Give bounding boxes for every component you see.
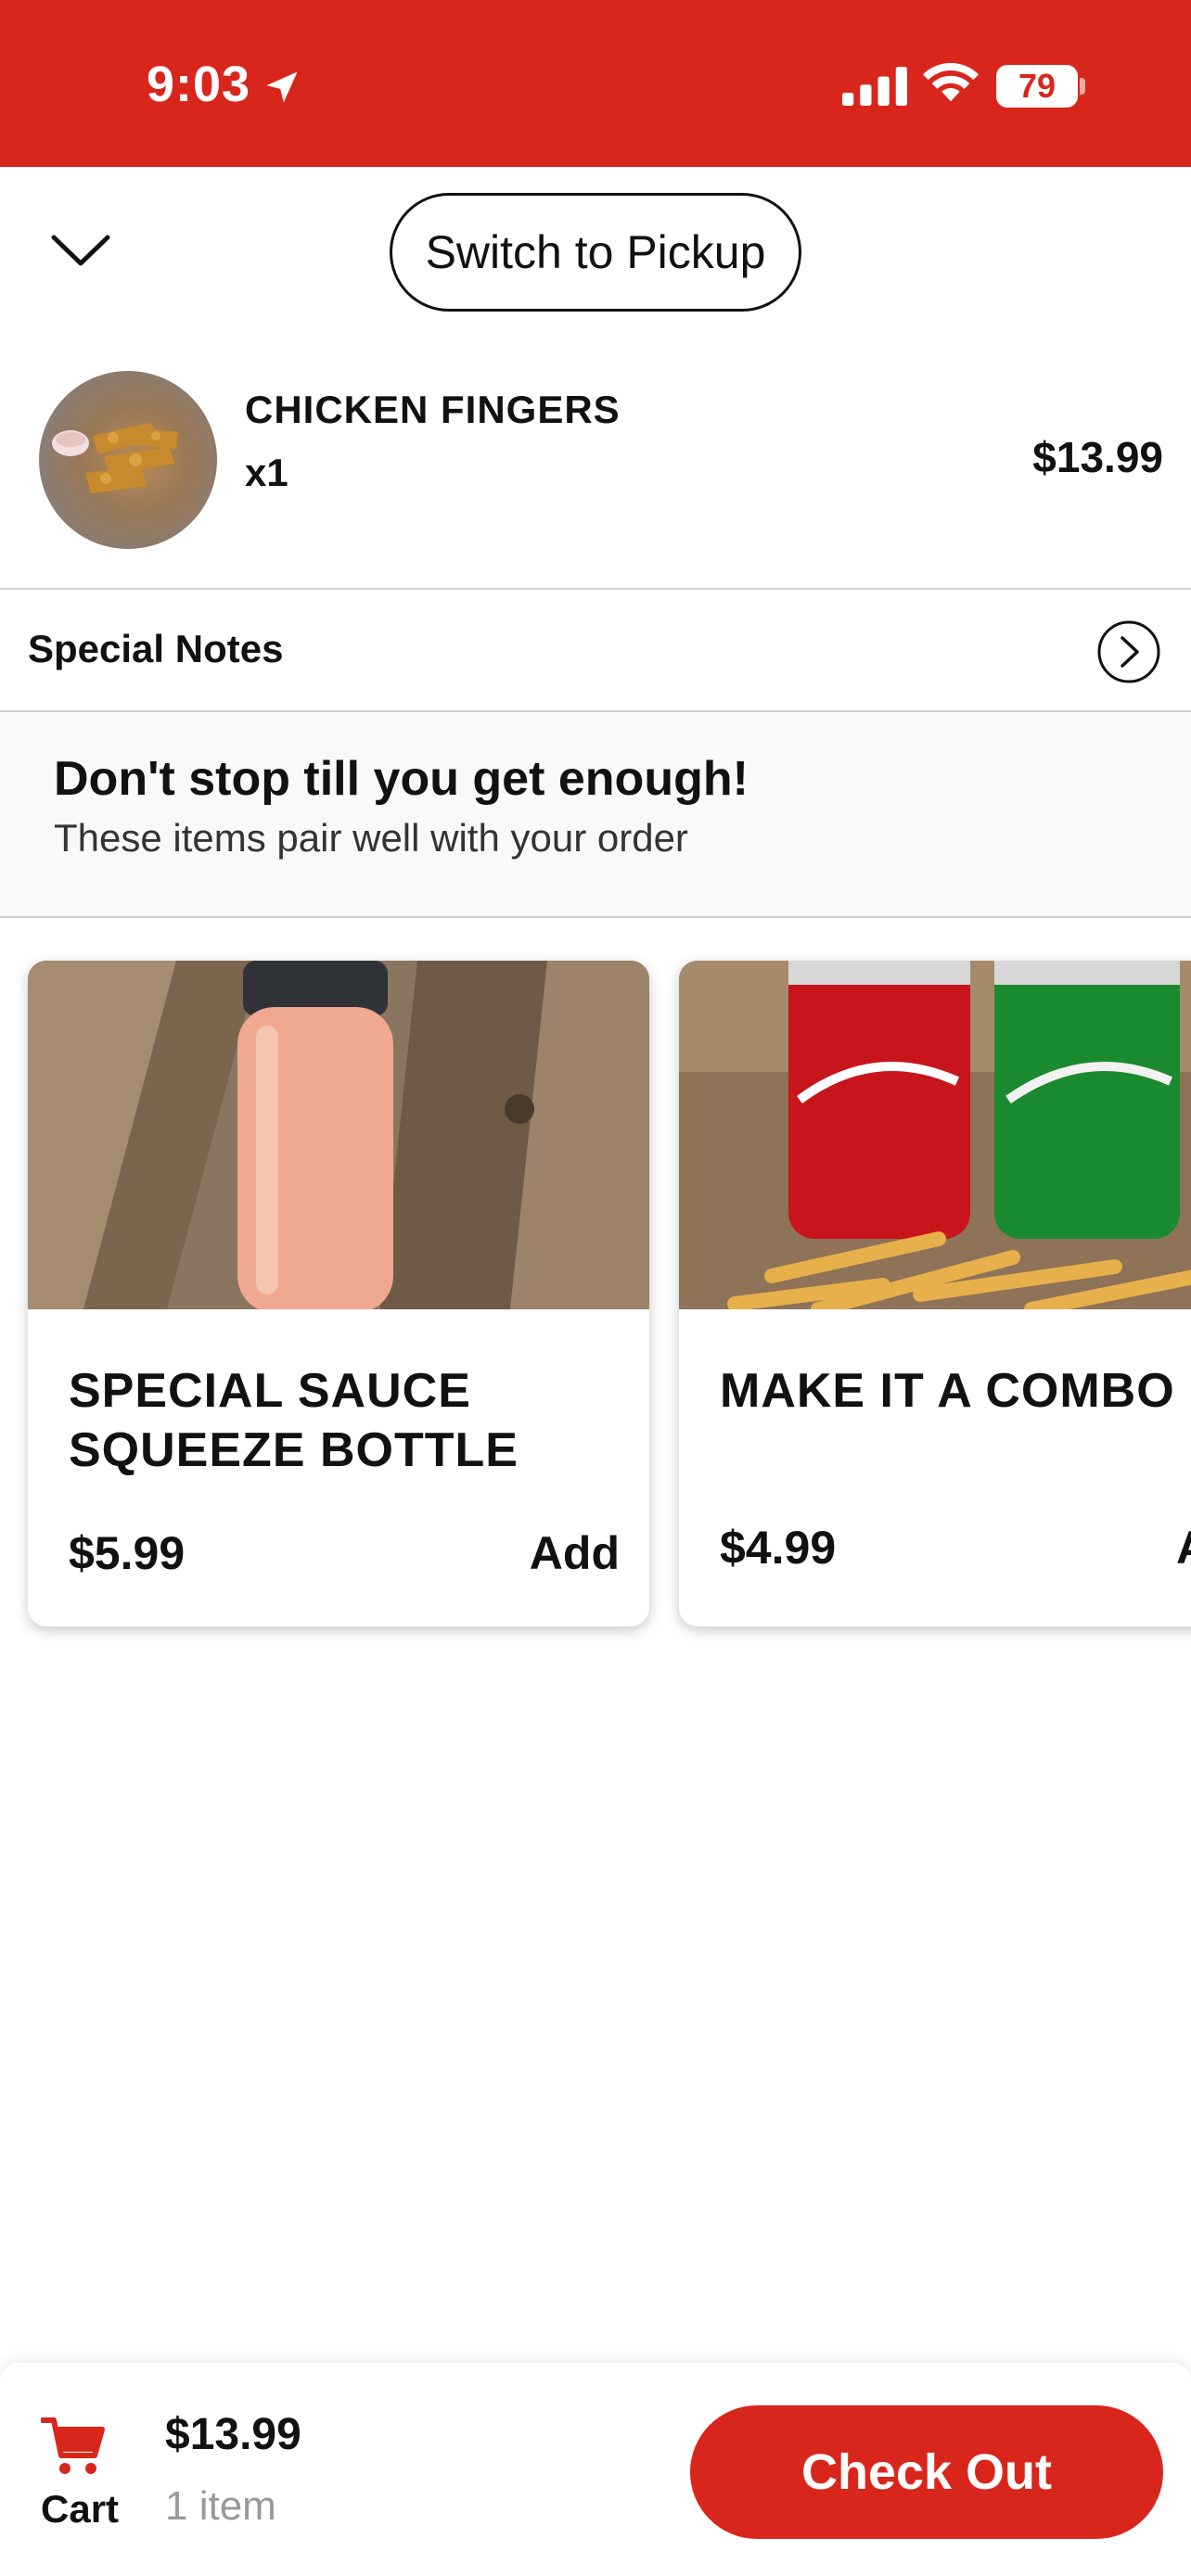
special-sauce-image xyxy=(28,961,649,1309)
upsell-subtitle: These items pair well with your order xyxy=(54,816,688,860)
add-button[interactable]: Add xyxy=(530,1526,620,1580)
special-notes-row[interactable]: Special Notes xyxy=(0,590,1191,710)
status-time: 9:03 xyxy=(147,57,251,112)
cart-label[interactable]: Cart xyxy=(41,2487,119,2531)
add-button[interactable]: Add xyxy=(1176,1521,1191,1575)
special-notes-label: Special Notes xyxy=(28,627,284,670)
battery-tip xyxy=(1080,78,1085,95)
cart-item-count: 1 item xyxy=(165,2483,276,2529)
status-bar: 9:03 79 xyxy=(0,0,1191,167)
card-name: SPECIAL SAUCE SQUEEZE BOTTLE xyxy=(69,1361,519,1480)
upsell-card-special-sauce[interactable]: SPECIAL SAUCE SQUEEZE BOTTLE $5.99 Add xyxy=(28,961,649,1626)
upsell-card-combo[interactable]: MAKE IT A COMBO $4.99 Add xyxy=(679,961,1191,1626)
combo-image xyxy=(679,961,1191,1309)
card-name-line: MAKE IT A COMBO xyxy=(720,1364,1175,1418)
card-name-line: SPECIAL SAUCE xyxy=(69,1364,471,1418)
upsell-title: Don't stop till you get enough! xyxy=(54,752,749,806)
card-name-line: SQUEEZE BOTTLE xyxy=(69,1423,519,1477)
item-price: $13.99 xyxy=(1032,433,1163,481)
item-quantity: x1 xyxy=(245,451,288,494)
card-price: $5.99 xyxy=(69,1527,186,1579)
card-price: $4.99 xyxy=(720,1522,837,1574)
battery-icon: 79 xyxy=(996,65,1078,108)
chevron-right-icon[interactable] xyxy=(1096,619,1161,684)
item-name: CHICKEN FINGERS xyxy=(245,388,621,431)
location-arrow-icon xyxy=(266,71,298,103)
checkout-button[interactable]: Check Out xyxy=(690,2405,1163,2539)
item-thumbnail xyxy=(39,371,217,549)
upsell-header: Don't stop till you get enough! These it… xyxy=(0,712,1191,916)
chevron-down-icon[interactable] xyxy=(48,226,113,273)
switch-to-pickup-button[interactable]: Switch to Pickup xyxy=(390,193,801,312)
cart-icon[interactable] xyxy=(41,2413,106,2478)
wifi-icon xyxy=(922,62,980,102)
signal-icon xyxy=(842,67,907,106)
bottom-bar: Cart $13.99 1 item Check Out xyxy=(0,2363,1191,2576)
cart-total: $13.99 xyxy=(165,2410,301,2459)
divider xyxy=(0,916,1191,918)
card-name: MAKE IT A COMBO xyxy=(720,1361,1175,1421)
